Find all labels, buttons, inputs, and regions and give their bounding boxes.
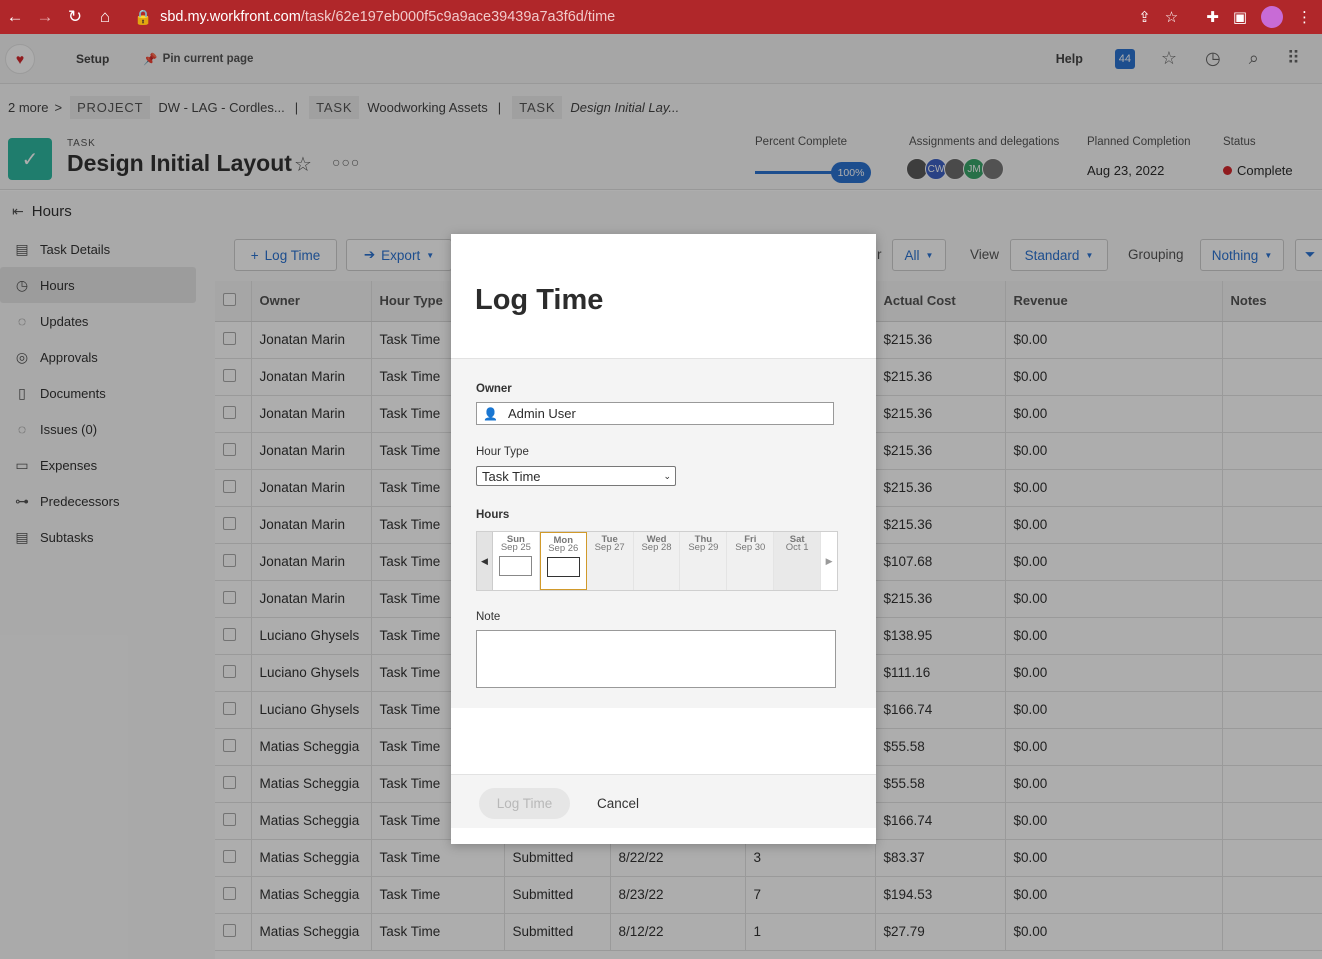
hours-input-mon[interactable] (546, 557, 580, 577)
share-icon[interactable]: ⇪ (1138, 8, 1151, 26)
note-textarea[interactable] (476, 630, 836, 688)
note-label: Note (476, 611, 501, 623)
day-date: Sep 26 (548, 543, 579, 554)
home-icon[interactable]: ⌂ (90, 7, 120, 27)
hours-label: Hours (476, 509, 510, 521)
url-host: sbd.my.workfront.com (160, 9, 301, 25)
day-column-fri[interactable]: Fri Sep 30 (727, 532, 775, 590)
profile-avatar-icon[interactable] (1261, 6, 1283, 28)
chevron-down-icon: ⌄ (663, 470, 671, 481)
log-time-dialog: Log Time Owner 👤 Admin User Hour Type Ta… (451, 234, 876, 844)
day-date: Sep 25 (500, 542, 531, 553)
day-date: Oct 1 (785, 542, 809, 553)
day-column-sun: Sun Sep 25 (492, 532, 540, 590)
url-path: /task/62e197eb000f5c9a9ace39439a7a3f6d/t… (300, 9, 616, 25)
extensions-icon[interactable]: ✚ (1206, 8, 1219, 26)
address-bar[interactable]: 🔒 sbd.my.workfront.com/task/62e197eb000f… (134, 9, 1138, 26)
owner-label: Owner (476, 383, 512, 395)
hour-type-label: Hour Type (476, 446, 529, 458)
browser-chrome: ← → ↻ ⌂ 🔒 sbd.my.workfront.com/task/62e1… (0, 0, 1322, 34)
day-date: Sep 27 (594, 542, 625, 553)
previous-week-arrow-icon[interactable]: ◀ (477, 532, 493, 590)
day-column-wed[interactable]: Wed Sep 28 (633, 532, 681, 590)
browser-menu-icon[interactable]: ⋮ (1297, 8, 1312, 26)
owner-field[interactable]: 👤 Admin User (476, 402, 834, 425)
dialog-body: Owner 👤 Admin User Hour Type Task Time ⌄… (451, 358, 876, 708)
day-column-mon: Mon Sep 26 (539, 532, 587, 590)
sidebar-toggle-icon[interactable]: ▣ (1233, 8, 1247, 26)
hours-input-sun[interactable] (499, 556, 533, 576)
log-time-submit-button[interactable]: Log Time (479, 788, 570, 819)
bookmark-star-icon[interactable]: ☆ (1165, 8, 1178, 26)
dialog-title: Log Time (475, 284, 604, 316)
forward-arrow-icon[interactable]: → (30, 7, 60, 27)
day-column-sat[interactable]: Sat Oct 1 (774, 532, 822, 590)
day-date: Sep 28 (641, 542, 672, 553)
owner-value: Admin User (507, 406, 576, 421)
day-column-tue[interactable]: Tue Sep 27 (586, 532, 634, 590)
user-icon: 👤 (483, 406, 498, 421)
week-hours-entry: ◀ Sun Sep 25 Mon Sep 26 Tue Sep 27 Wed Sep 2… (476, 531, 838, 591)
next-week-arrow-icon[interactable]: ▶ (821, 532, 837, 590)
reload-icon[interactable]: ↻ (60, 7, 90, 27)
hour-type-value: Task Time (482, 468, 541, 484)
back-arrow-icon[interactable]: ← (0, 7, 30, 27)
day-date: Sep 29 (688, 542, 719, 553)
dialog-footer: Log Time Cancel (451, 774, 876, 828)
hour-type-select[interactable]: Task Time ⌄ (476, 466, 676, 486)
day-column-thu[interactable]: Thu Sep 29 (680, 532, 728, 590)
cancel-button[interactable]: Cancel (597, 796, 639, 811)
lock-icon: 🔒 (134, 9, 153, 26)
day-date: Sep 30 (735, 542, 766, 553)
